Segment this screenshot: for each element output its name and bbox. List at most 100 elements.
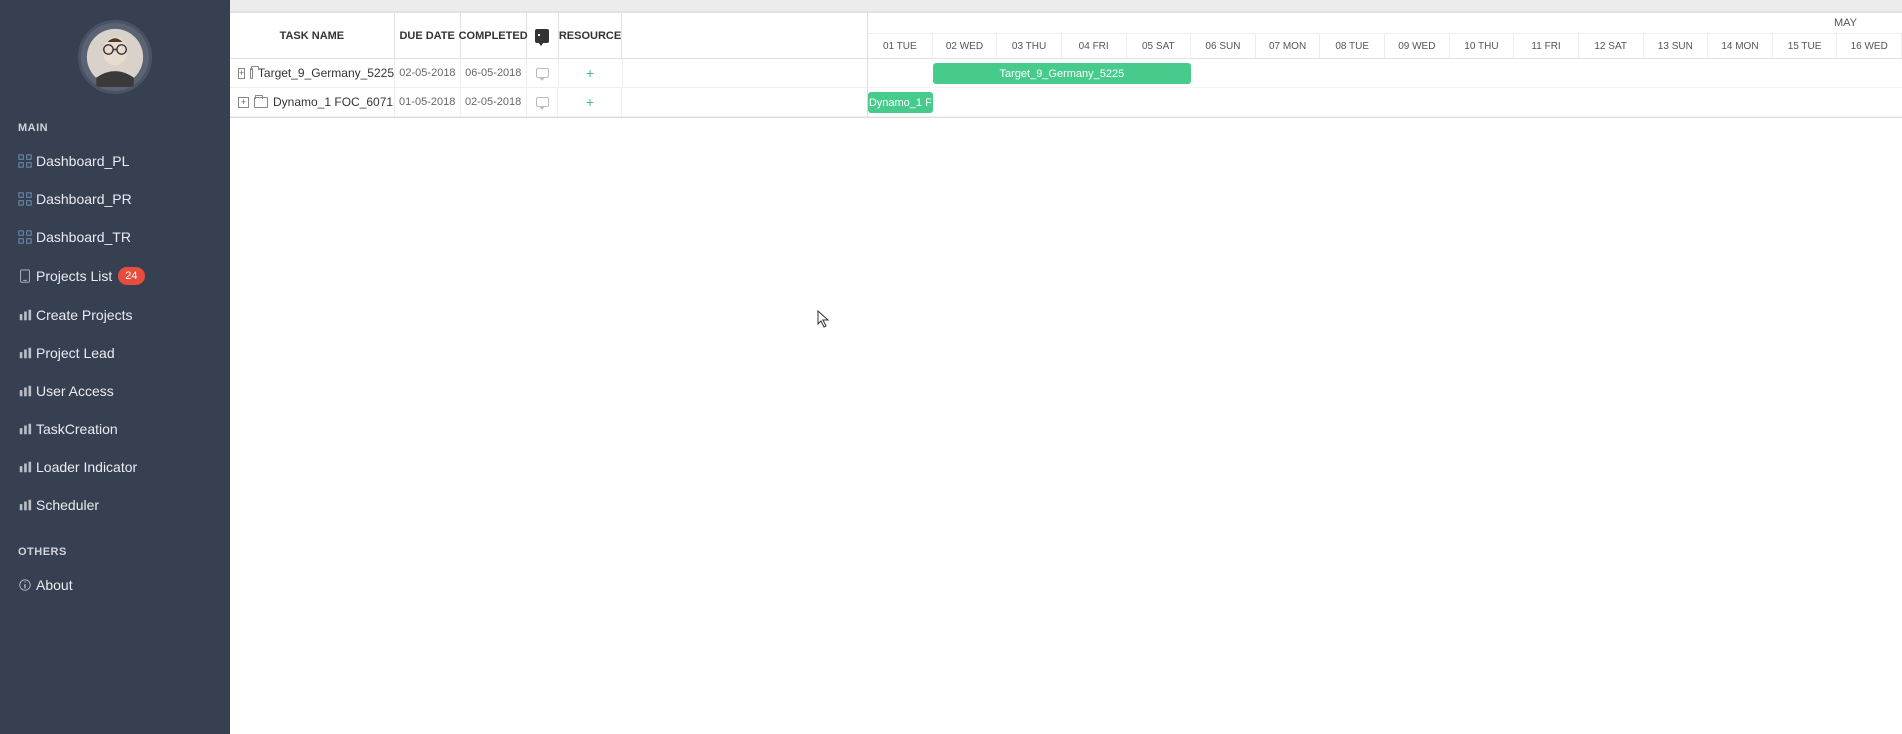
sidebar: MAIN Dashboard_PL Dashboard_PR Dashboard… (0, 0, 230, 734)
sidebar-item-label: Create Projects (36, 307, 132, 323)
cell-resource[interactable]: + (559, 59, 623, 87)
task-grid: TASK NAME DUE DATE COMPLETED RESOURCE + … (230, 12, 868, 117)
timeline-day-cell: 13 SUN (1644, 34, 1709, 58)
timeline-day-cell: 07 MON (1256, 34, 1321, 58)
grid-header-row: TASK NAME DUE DATE COMPLETED RESOURCE (230, 12, 867, 59)
task-name-text: Dynamo_1 FOC_6071 (273, 95, 393, 109)
cell-duedate: 01-05-2018 (395, 88, 461, 116)
bars-icon (18, 308, 32, 322)
comment-icon (535, 29, 549, 43)
gantt-container: TASK NAME DUE DATE COMPLETED RESOURCE + … (230, 12, 1902, 118)
timeline-day-cell: 10 THU (1450, 34, 1515, 58)
sidebar-item-about[interactable]: About (0, 566, 230, 604)
sidebar-item-label: Project Lead (36, 345, 115, 361)
bars-icon (18, 498, 32, 512)
timeline-day-cell: 02 WED (933, 34, 998, 58)
avatar-container (0, 20, 230, 94)
add-resource-icon[interactable]: + (586, 94, 594, 110)
header-comments[interactable] (527, 13, 559, 58)
folder-icon (250, 68, 253, 79)
header-duedate[interactable]: DUE DATE (395, 13, 461, 58)
sidebar-item-dashboard-pr[interactable]: Dashboard_PR (0, 180, 230, 218)
sidebar-item-label: Projects List (36, 268, 112, 284)
gantt-bar[interactable]: Target_9_Germany_5225 (933, 63, 1192, 84)
avatar-face-icon (85, 27, 145, 87)
device-icon (18, 269, 32, 283)
avatar[interactable] (78, 20, 152, 94)
timeline-day-cell: 09 WED (1385, 34, 1450, 58)
header-resource[interactable]: RESOURCE (559, 13, 623, 58)
comment-outline-icon (536, 97, 549, 107)
timeline-day-cell: 15 TUE (1773, 34, 1838, 58)
sidebar-item-create-projects[interactable]: Create Projects (0, 296, 230, 334)
bars-icon (18, 384, 32, 398)
timeline-day-cell: 14 MON (1708, 34, 1773, 58)
cell-spacer (622, 88, 867, 116)
grid-icon (18, 192, 32, 206)
sidebar-item-label: About (36, 577, 73, 593)
sidebar-item-project-lead[interactable]: Project Lead (0, 334, 230, 372)
section-label-others: OTHERS (0, 536, 230, 566)
timeline-day-cell: 01 TUE (868, 34, 933, 58)
bars-icon (18, 422, 32, 436)
header-completed[interactable]: COMPLETED (461, 13, 527, 58)
timeline-days-row: 01 TUE02 WED03 THU04 FRI05 SAT06 SUN07 M… (868, 34, 1902, 59)
sidebar-item-scheduler[interactable]: Scheduler (0, 486, 230, 524)
cell-completed: 02-05-2018 (461, 88, 527, 116)
sidebar-item-label: Dashboard_PR (36, 191, 132, 207)
table-row[interactable]: + Target_9_Germany_5225 02-05-2018 06-05… (230, 59, 867, 88)
sidebar-item-label: Dashboard_PL (36, 153, 129, 169)
header-taskname[interactable]: TASK NAME (230, 13, 395, 58)
cell-taskname: + Dynamo_1 FOC_6071 (230, 88, 395, 116)
projects-badge: 24 (118, 267, 144, 285)
sidebar-item-dashboard-pl[interactable]: Dashboard_PL (0, 142, 230, 180)
sidebar-item-label: TaskCreation (36, 421, 118, 437)
timeline-day-cell: 11 FRI (1514, 34, 1579, 58)
timeline-month-label: MAY (1834, 17, 1857, 29)
sidebar-item-user-access[interactable]: User Access (0, 372, 230, 410)
sidebar-item-projects-list[interactable]: Projects List 24 (0, 256, 230, 296)
task-name-text: Target_9_Germany_5225 (258, 66, 394, 80)
timeline-day-cell: 16 WED (1837, 34, 1902, 58)
section-label-main: MAIN (0, 112, 230, 142)
add-resource-icon[interactable]: + (586, 65, 594, 81)
grid-icon (18, 154, 32, 168)
topbar (230, 0, 1902, 12)
timeline-month-row: MAY (868, 12, 1902, 34)
bars-icon (18, 346, 32, 360)
cell-spacer (623, 59, 867, 87)
gantt-row: Target_9_Germany_5225 (868, 59, 1902, 88)
cell-taskname: + Target_9_Germany_5225 (230, 59, 395, 87)
sidebar-item-loader-indicator[interactable]: Loader Indicator (0, 448, 230, 486)
timeline-day-cell: 06 SUN (1191, 34, 1256, 58)
sidebar-item-label: Dashboard_TR (36, 229, 131, 245)
cell-completed: 06-05-2018 (461, 59, 527, 87)
expand-toggle[interactable]: + (238, 68, 245, 79)
timeline-grid: MAY 01 TUE02 WED03 THU04 FRI05 SAT06 SUN… (868, 12, 1902, 117)
cell-resource[interactable]: + (558, 88, 622, 116)
sidebar-item-label: User Access (36, 383, 114, 399)
cell-comments[interactable] (527, 59, 559, 87)
gantt-row: Dynamo_1 F (868, 88, 1902, 117)
cell-duedate: 02-05-2018 (395, 59, 461, 87)
sidebar-item-label: Scheduler (36, 497, 99, 513)
timeline-day-cell: 05 SAT (1127, 34, 1192, 58)
timeline-day-cell: 08 TUE (1320, 34, 1385, 58)
gantt-bar[interactable]: Dynamo_1 F (868, 92, 933, 113)
cursor-icon (817, 310, 831, 328)
bars-icon (18, 460, 32, 474)
sidebar-item-label: Loader Indicator (36, 459, 137, 475)
timeline-day-cell: 03 THU (997, 34, 1062, 58)
grid-icon (18, 230, 32, 244)
table-row[interactable]: + Dynamo_1 FOC_6071 01-05-2018 02-05-201… (230, 88, 867, 117)
timeline-day-cell: 12 SAT (1579, 34, 1644, 58)
main-content: TASK NAME DUE DATE COMPLETED RESOURCE + … (230, 0, 1902, 734)
sidebar-item-dashboard-tr[interactable]: Dashboard_TR (0, 218, 230, 256)
timeline-day-cell: 04 FRI (1062, 34, 1127, 58)
folder-icon (254, 97, 268, 108)
cell-comments[interactable] (527, 88, 559, 116)
expand-toggle[interactable]: + (238, 97, 249, 108)
comment-outline-icon (536, 68, 549, 78)
header-spacer (622, 13, 867, 58)
sidebar-item-task-creation[interactable]: TaskCreation (0, 410, 230, 448)
